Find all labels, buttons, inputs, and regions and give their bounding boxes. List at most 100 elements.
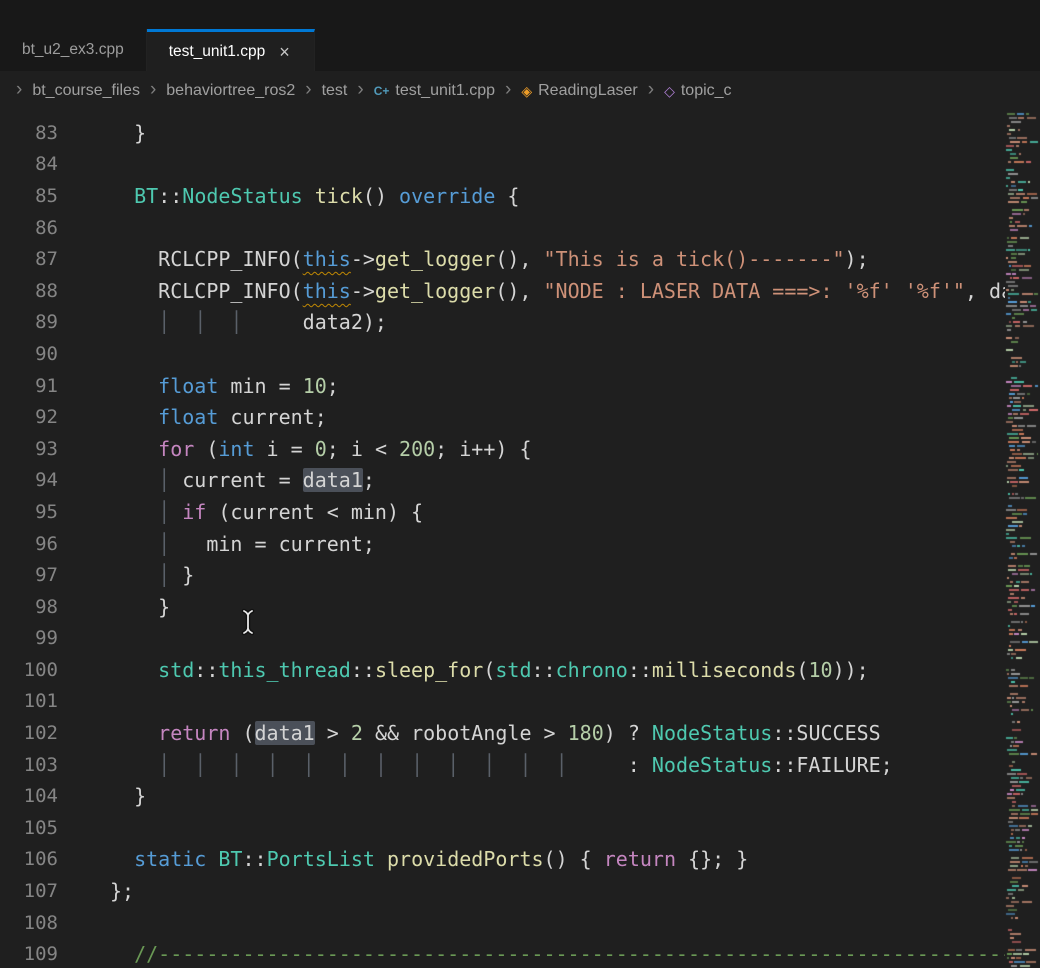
- code-line[interactable]: 105: [0, 812, 1005, 844]
- token: ));: [833, 658, 869, 682]
- code-line[interactable]: 93 for (int i = 0; i < 200; i++) {: [0, 433, 1005, 465]
- code-line[interactable]: 85 BT::NodeStatus tick() override {: [0, 180, 1005, 212]
- code-lines: 83 }8485 BT::NodeStatus tick() override …: [0, 117, 1005, 968]
- token: );: [845, 247, 869, 271]
- token: {: [495, 184, 519, 208]
- code-text: float current;: [110, 405, 327, 429]
- token: static: [134, 847, 206, 871]
- code-line[interactable]: 90: [0, 338, 1005, 370]
- code-line[interactable]: 94 │ current = data1;: [0, 465, 1005, 497]
- token: (),: [495, 279, 543, 303]
- cpp-symbol-icon: C+: [374, 84, 390, 98]
- line-number: 101: [0, 690, 58, 712]
- code-line[interactable]: 107};: [0, 875, 1005, 907]
- breadcrumb-item-readinglaser[interactable]: ◈ReadingLaser: [521, 82, 637, 100]
- breadcrumb-item-bt-course-files[interactable]: bt_course_files: [32, 82, 140, 100]
- code-line[interactable]: 101: [0, 686, 1005, 718]
- code-line[interactable]: 84: [0, 149, 1005, 181]
- line-number: 100: [0, 659, 58, 681]
- mouse-ibeam-cursor: [240, 608, 256, 636]
- code-line[interactable]: 102 return (data1 > 2 && robotAngle > 18…: [0, 717, 1005, 749]
- token: [303, 184, 315, 208]
- breadcrumb-label: behaviortree_ros2: [166, 82, 295, 100]
- line-number: 109: [0, 943, 58, 965]
- token: data2);: [303, 310, 387, 334]
- breadcrumb-item-behaviortree-ros2[interactable]: behaviortree_ros2: [166, 82, 295, 100]
- token: [110, 437, 158, 461]
- code-line[interactable]: 92 float current;: [0, 401, 1005, 433]
- token: RCLCPP_INFO(: [110, 279, 303, 303]
- token: (current < min) {: [206, 500, 423, 524]
- code-line[interactable]: 98 }: [0, 591, 1005, 623]
- code-line[interactable]: 100 std::this_thread::sleep_for(std::chr…: [0, 654, 1005, 686]
- line-number: 85: [0, 185, 58, 207]
- code-text: │ current = data1;: [110, 468, 375, 492]
- code-line[interactable]: 89 │ │ │ data2);: [0, 307, 1005, 339]
- line-number: 92: [0, 406, 58, 428]
- breadcrumb-label: topic_c: [681, 82, 732, 100]
- token: && robotAngle >: [363, 721, 568, 745]
- code-line[interactable]: 109 //----------------------------------…: [0, 938, 1005, 968]
- token: │ │ │: [110, 310, 303, 334]
- token: (: [796, 658, 808, 682]
- code-line[interactable]: 108: [0, 907, 1005, 939]
- tab-bt-u2-ex3-cpp[interactable]: bt_u2_ex3.cpp: [0, 29, 147, 71]
- token: PortsList: [267, 847, 375, 871]
- code-editor[interactable]: 83 }8485 BT::NodeStatus tick() override …: [0, 111, 1040, 968]
- token: return: [158, 721, 230, 745]
- token: BT: [218, 847, 242, 871]
- code-text: │ │ │ │ │ │ │ │ │ │ │ │ : NodeStatus::FA…: [110, 753, 893, 777]
- code-text: static BT::PortsList providedPorts() { r…: [110, 847, 748, 871]
- line-number: 107: [0, 880, 58, 902]
- token: data1: [255, 721, 315, 745]
- code-line[interactable]: 87 RCLCPP_INFO(this->get_logger(), "This…: [0, 243, 1005, 275]
- code-text: BT::NodeStatus tick() override {: [110, 184, 519, 208]
- token: };: [110, 879, 134, 903]
- line-number: 84: [0, 153, 58, 175]
- code-line[interactable]: 86: [0, 212, 1005, 244]
- token: 10: [808, 658, 832, 682]
- line-number: 105: [0, 817, 58, 839]
- token: sleep_for: [375, 658, 483, 682]
- token: float: [158, 405, 218, 429]
- token: 200: [399, 437, 435, 461]
- token: {}; }: [676, 847, 748, 871]
- minimap[interactable]: [1005, 111, 1040, 968]
- code-text: //--------------------------------------…: [110, 942, 1005, 966]
- code-line[interactable]: 97 │ }: [0, 559, 1005, 591]
- token: }: [110, 121, 146, 145]
- code-line[interactable]: 103 │ │ │ │ │ │ │ │ │ │ │ │ : NodeStatus…: [0, 749, 1005, 781]
- code-line[interactable]: 104 }: [0, 780, 1005, 812]
- code-text: │ min = current;: [110, 532, 375, 556]
- code-line[interactable]: 91 float min = 10;: [0, 370, 1005, 402]
- line-number: 96: [0, 533, 58, 555]
- token: "This is a tick()-------": [544, 247, 845, 271]
- token: //--------------------------------------…: [110, 942, 1005, 966]
- code-line[interactable]: 95 │ if (current < min) {: [0, 496, 1005, 528]
- code-line[interactable]: 96 │ min = current;: [0, 528, 1005, 560]
- token: get_logger: [375, 279, 495, 303]
- code-line[interactable]: 99: [0, 623, 1005, 655]
- chevron-right-icon: ›: [642, 79, 660, 103]
- code-line[interactable]: 106 static BT::PortsList providedPorts()…: [0, 844, 1005, 876]
- token: current =: [182, 468, 302, 492]
- code-line[interactable]: 83 }: [0, 117, 1005, 149]
- token: 2: [351, 721, 363, 745]
- token: (: [230, 721, 254, 745]
- line-number: 87: [0, 248, 58, 270]
- close-tab-icon[interactable]: ×: [277, 43, 292, 61]
- tab-test-unit1-cpp[interactable]: test_unit1.cpp×: [147, 29, 315, 71]
- token: NodeStatus: [182, 184, 302, 208]
- token: BT: [134, 184, 158, 208]
- code-text: return (data1 > 2 && robotAngle > 180) ?…: [110, 721, 881, 745]
- token: (),: [495, 247, 543, 271]
- code-text: │ │ │ data2);: [110, 310, 387, 334]
- token: │: [110, 500, 182, 524]
- code-line[interactable]: 88 RCLCPP_INFO(this->get_logger(), "NODE…: [0, 275, 1005, 307]
- breadcrumb-item-test[interactable]: test: [322, 82, 348, 100]
- token: , data1,: [965, 279, 1005, 303]
- breadcrumb-item-topic-c[interactable]: ◇topic_c: [664, 82, 731, 100]
- breadcrumb-item-test-unit1-cpp[interactable]: C+test_unit1.cpp: [374, 82, 495, 100]
- line-number: 89: [0, 311, 58, 333]
- token: │: [110, 563, 182, 587]
